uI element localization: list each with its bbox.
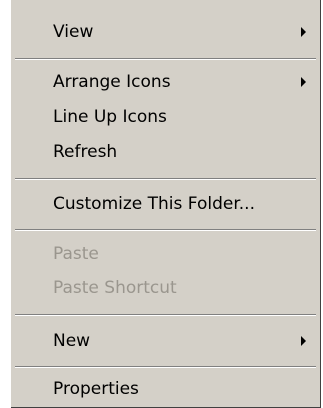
menu-item-label: Paste xyxy=(53,244,99,264)
menu-item-paste-shortcut: Paste Shortcut xyxy=(11,270,320,306)
menu-item-properties[interactable]: Properties xyxy=(11,371,320,407)
menu-item-label: View xyxy=(53,22,94,42)
menu-item-label: Line Up Icons xyxy=(53,107,167,127)
menu-separator xyxy=(15,229,316,231)
submenu-arrow-icon xyxy=(301,77,306,87)
menu-item-label: Paste Shortcut xyxy=(53,278,177,298)
menu-item-paste: Paste xyxy=(11,236,320,272)
submenu-arrow-icon xyxy=(301,336,306,346)
menu-separator xyxy=(15,314,316,316)
menu-item-customize-folder[interactable]: Customize This Folder... xyxy=(11,186,320,222)
menu-item-label: New xyxy=(53,331,91,351)
context-menu: View Arrange Icons Line Up Icons Refresh… xyxy=(11,0,321,408)
submenu-arrow-icon xyxy=(301,27,306,37)
menu-item-label: Customize This Folder... xyxy=(53,194,255,214)
menu-item-refresh[interactable]: Refresh xyxy=(11,134,320,170)
menu-separator xyxy=(15,58,316,60)
menu-item-view[interactable]: View xyxy=(11,14,320,50)
menu-item-arrange-icons[interactable]: Arrange Icons xyxy=(11,64,320,100)
menu-item-label: Properties xyxy=(53,379,139,399)
menu-item-label: Refresh xyxy=(53,142,118,162)
menu-separator xyxy=(15,178,316,180)
menu-separator xyxy=(15,366,316,368)
menu-item-label: Arrange Icons xyxy=(53,72,171,92)
menu-item-line-up-icons[interactable]: Line Up Icons xyxy=(11,99,320,135)
menu-item-new[interactable]: New xyxy=(11,323,320,359)
